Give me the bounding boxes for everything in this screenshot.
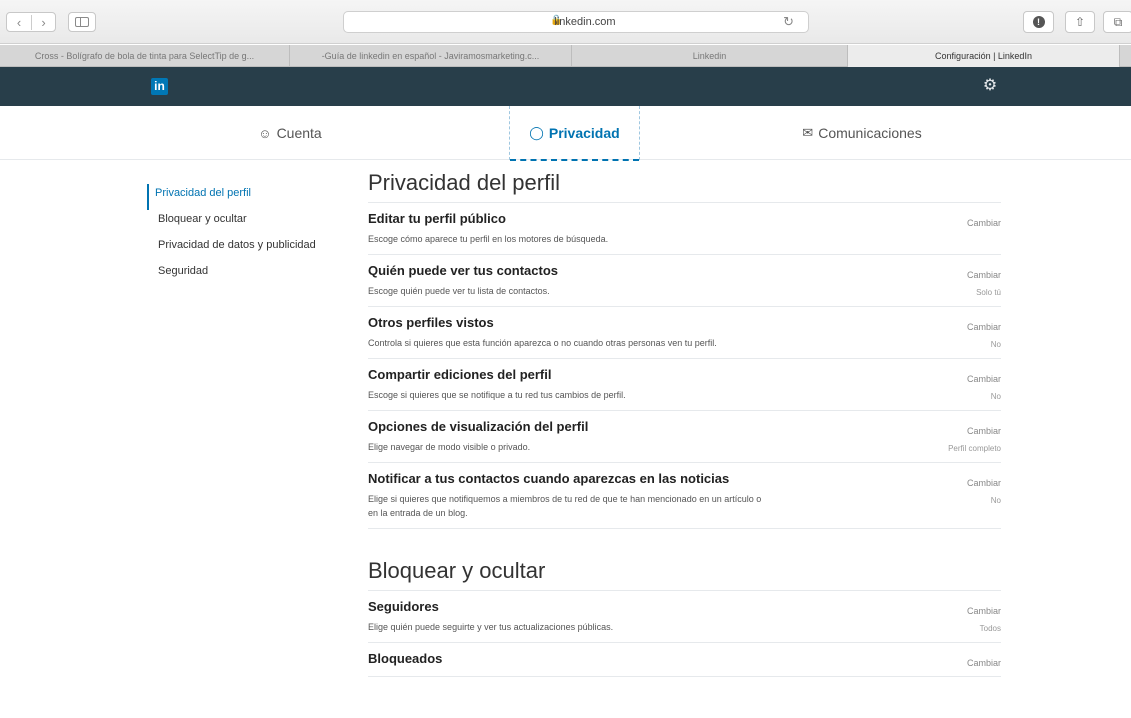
setting-title: Otros perfiles vistos [368,315,494,330]
setting-title: Editar tu perfil público [368,211,506,226]
menu-item-datos-publicidad[interactable]: Privacidad de datos y publicidad [147,236,347,262]
tab-privacidad[interactable]: ◯ Privacidad [509,106,640,161]
settings-tabs: ☺ Cuenta ◯ Privacidad ✉ Comunicaciones [0,106,1131,161]
change-link[interactable]: Cambiar [967,658,1001,668]
setting-row[interactable]: Otros perfiles vistos Controla si quiere… [368,307,1001,359]
linkedin-logo[interactable]: in [151,78,168,95]
left-menu: Privacidad del perfil Bloquear y ocultar… [147,184,347,288]
setting-description: Escoge cómo aparece tu perfil en los mot… [368,234,609,244]
browser-tab[interactable]: Cross - Bolígrafo de bola de tinta para … [0,45,290,67]
setting-row[interactable]: Seguidores Elige quién puede seguirte y … [368,591,1001,643]
setting-value: Todos [979,624,1001,633]
sidebar-toggle-button[interactable] [68,12,96,32]
back-icon[interactable]: ‹ [7,15,31,30]
change-link[interactable]: Cambiar [967,426,1001,436]
navigation-buttons: ‹ › [6,12,56,32]
setting-row[interactable]: Notificar a tus contactos cuando aparezc… [368,463,1001,529]
change-link[interactable]: Cambiar [967,322,1001,332]
url-text: linkedin.com [554,16,616,28]
user-circle-icon: ☺ [258,125,272,141]
setting-description: Elige navegar de modo visible o privado. [368,442,531,452]
setting-value: Perfil completo [948,444,1001,453]
setting-description: Escoge quién puede ver tu lista de conta… [368,286,550,296]
setting-value: No [990,392,1001,401]
section-title: Privacidad del perfil [368,165,1001,203]
setting-title: Notificar a tus contactos cuando aparezc… [368,471,730,486]
tab-label: Comunicaciones [818,125,922,141]
extension-icon: ! [1032,16,1045,28]
tab-label: Cuenta [276,125,322,141]
setting-value: No [990,496,1001,505]
share-button[interactable]: ⇧ [1065,11,1095,33]
change-link[interactable]: Cambiar [967,606,1001,616]
setting-description: Elige quién puede seguirte y ver tus act… [368,622,614,632]
setting-value: No [990,340,1001,349]
setting-title: Bloqueados [368,651,443,666]
change-link[interactable]: Cambiar [967,218,1001,228]
change-link[interactable]: Cambiar [967,374,1001,384]
setting-title: Quién puede ver tus contactos [368,263,558,278]
shield-icon: ◯ [529,125,544,140]
tab-comunicaciones[interactable]: ✉ Comunicaciones [782,106,942,160]
forward-icon[interactable]: › [30,14,55,30]
browser-tab-active[interactable]: Configuración | LinkedIn [848,45,1120,67]
tabs-icon: ⧉ [1113,14,1123,29]
show-tabs-button[interactable]: ⧉ [1103,11,1131,33]
linkedin-header: in ⚙ [0,67,1131,106]
setting-description: Controla si quieres que esta función apa… [368,338,717,348]
settings-content: Privacidad del perfil Editar tu perfil p… [368,165,1001,677]
gear-icon[interactable]: ⚙ [980,76,1000,96]
reload-icon[interactable]: ↻ [783,14,794,30]
setting-title: Seguidores [368,599,439,614]
extension-button[interactable]: ! [1023,11,1054,33]
change-link[interactable]: Cambiar [967,270,1001,280]
tab-label: Privacidad [548,125,620,141]
setting-row[interactable]: Compartir ediciones del perfil Escoge si… [368,359,1001,411]
share-icon: ⇧ [1074,15,1086,29]
browser-toolbar: ‹ › 🔒 linkedin.com ↻ ! ⇧ ⧉ [0,0,1131,44]
sidebar-icon [75,17,89,27]
browser-tab[interactable]: Linkedin [572,45,848,67]
section-title: Bloquear y ocultar [368,553,1001,591]
setting-row[interactable]: Bloqueados Cambiar [368,643,1001,677]
setting-description: Elige si quieres que notifiquemos a miem… [368,494,762,518]
browser-tab[interactable]: -Guía de linkedin en español - Javiramos… [290,45,572,67]
menu-item-bloquear[interactable]: Bloquear y ocultar [147,210,347,236]
setting-description: Escoge si quieres que se notifique a tu … [368,390,626,400]
tab-bar: Cross - Bolígrafo de bola de tinta para … [0,45,1131,67]
setting-row[interactable]: Editar tu perfil público Escoge cómo apa… [368,203,1001,255]
menu-item-privacidad-perfil[interactable]: Privacidad del perfil [147,184,347,210]
tab-cuenta[interactable]: ☺ Cuenta [230,106,350,160]
setting-title: Opciones de visualización del perfil [368,419,589,434]
menu-item-seguridad[interactable]: Seguridad [147,262,347,288]
setting-row[interactable]: Opciones de visualización del perfil Eli… [368,411,1001,463]
envelope-icon: ✉ [802,125,814,140]
setting-value: Solo tú [976,288,1001,297]
change-link[interactable]: Cambiar [967,478,1001,488]
setting-title: Compartir ediciones del perfil [368,367,552,382]
address-bar[interactable]: 🔒 linkedin.com ↻ [343,11,809,33]
setting-row[interactable]: Quién puede ver tus contactos Escoge qui… [368,255,1001,307]
